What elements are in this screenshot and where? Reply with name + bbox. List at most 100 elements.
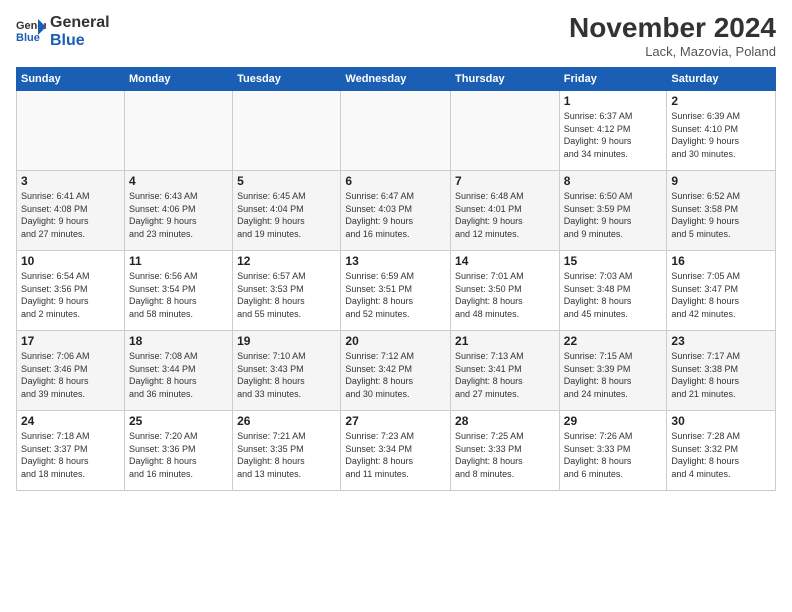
calendar-day: 1 Sunrise: 6:37 AM Sunset: 4:12 PM Daylig…	[559, 91, 667, 171]
calendar-day: 27 Sunrise: 7:23 AM Sunset: 3:34 PM Dayli…	[341, 411, 451, 491]
calendar-day: 25 Sunrise: 7:20 AM Sunset: 3:36 PM Dayli…	[124, 411, 232, 491]
calendar-day: 6 Sunrise: 6:47 AM Sunset: 4:03 PM Daylig…	[341, 171, 451, 251]
day-info: Sunrise: 7:13 AM Sunset: 3:41 PM Dayligh…	[455, 350, 555, 400]
day-info: Sunrise: 7:08 AM Sunset: 3:44 PM Dayligh…	[129, 350, 228, 400]
calendar-day	[233, 91, 341, 171]
day-number: 28	[455, 414, 555, 428]
calendar-day: 9 Sunrise: 6:52 AM Sunset: 3:58 PM Daylig…	[667, 171, 776, 251]
day-info: Sunrise: 7:01 AM Sunset: 3:50 PM Dayligh…	[455, 270, 555, 320]
day-info: Sunrise: 6:37 AM Sunset: 4:12 PM Dayligh…	[564, 110, 663, 160]
day-info: Sunrise: 6:39 AM Sunset: 4:10 PM Dayligh…	[671, 110, 771, 160]
calendar-week-5: 24Sunrise: 7:18 AM Sunset: 3:37 PM Dayli…	[17, 411, 776, 491]
day-number: 1	[564, 94, 663, 108]
col-wednesday: Wednesday	[341, 68, 451, 91]
day-info: Sunrise: 7:25 AM Sunset: 3:33 PM Dayligh…	[455, 430, 555, 480]
day-number: 2	[671, 94, 771, 108]
calendar-day: 24Sunrise: 7:18 AM Sunset: 3:37 PM Dayli…	[17, 411, 125, 491]
logo-icon: General Blue	[16, 17, 46, 45]
month-title: November 2024	[569, 12, 776, 44]
svg-text:Blue: Blue	[16, 32, 40, 44]
calendar-day: 11 Sunrise: 6:56 AM Sunset: 3:54 PM Dayli…	[124, 251, 232, 331]
day-info: Sunrise: 7:28 AM Sunset: 3:32 PM Dayligh…	[671, 430, 771, 480]
day-info: Sunrise: 6:59 AM Sunset: 3:51 PM Dayligh…	[345, 270, 446, 320]
day-number: 27	[345, 414, 446, 428]
logo: General Blue General Blue	[16, 12, 110, 49]
day-number: 30	[671, 414, 771, 428]
day-info: Sunrise: 6:43 AM Sunset: 4:06 PM Dayligh…	[129, 190, 228, 240]
calendar-day	[451, 91, 560, 171]
day-number: 23	[671, 334, 771, 348]
calendar-day: 10Sunrise: 6:54 AM Sunset: 3:56 PM Dayli…	[17, 251, 125, 331]
location: Lack, Mazovia, Poland	[569, 44, 776, 59]
calendar-day: 30 Sunrise: 7:28 AM Sunset: 3:32 PM Dayli…	[667, 411, 776, 491]
day-number: 4	[129, 174, 228, 188]
day-number: 26	[237, 414, 336, 428]
calendar-day	[17, 91, 125, 171]
day-number: 14	[455, 254, 555, 268]
col-monday: Monday	[124, 68, 232, 91]
day-info: Sunrise: 7:26 AM Sunset: 3:33 PM Dayligh…	[564, 430, 663, 480]
day-info: Sunrise: 7:15 AM Sunset: 3:39 PM Dayligh…	[564, 350, 663, 400]
day-number: 17	[21, 334, 120, 348]
header: General Blue General Blue November 2024 …	[16, 12, 776, 59]
col-tuesday: Tuesday	[233, 68, 341, 91]
day-number: 25	[129, 414, 228, 428]
calendar-day: 7 Sunrise: 6:48 AM Sunset: 4:01 PM Daylig…	[451, 171, 560, 251]
day-info: Sunrise: 6:52 AM Sunset: 3:58 PM Dayligh…	[671, 190, 771, 240]
day-number: 11	[129, 254, 228, 268]
calendar-day: 22 Sunrise: 7:15 AM Sunset: 3:39 PM Dayli…	[559, 331, 667, 411]
calendar-day: 8Sunrise: 6:50 AM Sunset: 3:59 PM Daylig…	[559, 171, 667, 251]
calendar-week-4: 17 Sunrise: 7:06 AM Sunset: 3:46 PM Dayli…	[17, 331, 776, 411]
day-number: 5	[237, 174, 336, 188]
day-number: 13	[345, 254, 446, 268]
day-info: Sunrise: 7:21 AM Sunset: 3:35 PM Dayligh…	[237, 430, 336, 480]
day-info: Sunrise: 7:20 AM Sunset: 3:36 PM Dayligh…	[129, 430, 228, 480]
calendar-day: 17 Sunrise: 7:06 AM Sunset: 3:46 PM Dayli…	[17, 331, 125, 411]
day-info: Sunrise: 7:05 AM Sunset: 3:47 PM Dayligh…	[671, 270, 771, 320]
day-number: 21	[455, 334, 555, 348]
calendar-day: 18 Sunrise: 7:08 AM Sunset: 3:44 PM Dayli…	[124, 331, 232, 411]
calendar-week-1: 1 Sunrise: 6:37 AM Sunset: 4:12 PM Daylig…	[17, 91, 776, 171]
day-info: Sunrise: 7:12 AM Sunset: 3:42 PM Dayligh…	[345, 350, 446, 400]
title-section: November 2024 Lack, Mazovia, Poland	[569, 12, 776, 59]
day-info: Sunrise: 6:56 AM Sunset: 3:54 PM Dayligh…	[129, 270, 228, 320]
day-info: Sunrise: 7:17 AM Sunset: 3:38 PM Dayligh…	[671, 350, 771, 400]
day-number: 20	[345, 334, 446, 348]
calendar-table: Sunday Monday Tuesday Wednesday Thursday…	[16, 67, 776, 491]
calendar-day: 5 Sunrise: 6:45 AM Sunset: 4:04 PM Daylig…	[233, 171, 341, 251]
calendar-day: 28 Sunrise: 7:25 AM Sunset: 3:33 PM Dayli…	[451, 411, 560, 491]
calendar-day: 16 Sunrise: 7:05 AM Sunset: 3:47 PM Dayli…	[667, 251, 776, 331]
calendar-day: 19Sunrise: 7:10 AM Sunset: 3:43 PM Dayli…	[233, 331, 341, 411]
day-info: Sunrise: 6:45 AM Sunset: 4:04 PM Dayligh…	[237, 190, 336, 240]
logo-line2: Blue	[50, 32, 110, 50]
day-info: Sunrise: 6:47 AM Sunset: 4:03 PM Dayligh…	[345, 190, 446, 240]
calendar-day	[124, 91, 232, 171]
col-thursday: Thursday	[451, 68, 560, 91]
calendar-day: 23 Sunrise: 7:17 AM Sunset: 3:38 PM Dayli…	[667, 331, 776, 411]
calendar-day: 29 Sunrise: 7:26 AM Sunset: 3:33 PM Dayli…	[559, 411, 667, 491]
col-saturday: Saturday	[667, 68, 776, 91]
day-info: Sunrise: 6:41 AM Sunset: 4:08 PM Dayligh…	[21, 190, 120, 240]
day-number: 29	[564, 414, 663, 428]
calendar-day: 12Sunrise: 6:57 AM Sunset: 3:53 PM Dayli…	[233, 251, 341, 331]
day-number: 7	[455, 174, 555, 188]
day-number: 12	[237, 254, 336, 268]
day-number: 16	[671, 254, 771, 268]
calendar-day: 2 Sunrise: 6:39 AM Sunset: 4:10 PM Daylig…	[667, 91, 776, 171]
col-friday: Friday	[559, 68, 667, 91]
calendar-day: 14 Sunrise: 7:01 AM Sunset: 3:50 PM Dayli…	[451, 251, 560, 331]
day-number: 6	[345, 174, 446, 188]
day-info: Sunrise: 6:50 AM Sunset: 3:59 PM Dayligh…	[564, 190, 663, 240]
day-info: Sunrise: 6:48 AM Sunset: 4:01 PM Dayligh…	[455, 190, 555, 240]
calendar-week-2: 3 Sunrise: 6:41 AM Sunset: 4:08 PM Daylig…	[17, 171, 776, 251]
day-number: 9	[671, 174, 771, 188]
day-info: Sunrise: 7:23 AM Sunset: 3:34 PM Dayligh…	[345, 430, 446, 480]
calendar-day: 15Sunrise: 7:03 AM Sunset: 3:48 PM Dayli…	[559, 251, 667, 331]
day-info: Sunrise: 7:06 AM Sunset: 3:46 PM Dayligh…	[21, 350, 120, 400]
col-sunday: Sunday	[17, 68, 125, 91]
day-number: 18	[129, 334, 228, 348]
day-number: 15	[564, 254, 663, 268]
day-number: 22	[564, 334, 663, 348]
day-number: 3	[21, 174, 120, 188]
day-info: Sunrise: 6:54 AM Sunset: 3:56 PM Dayligh…	[21, 270, 120, 320]
